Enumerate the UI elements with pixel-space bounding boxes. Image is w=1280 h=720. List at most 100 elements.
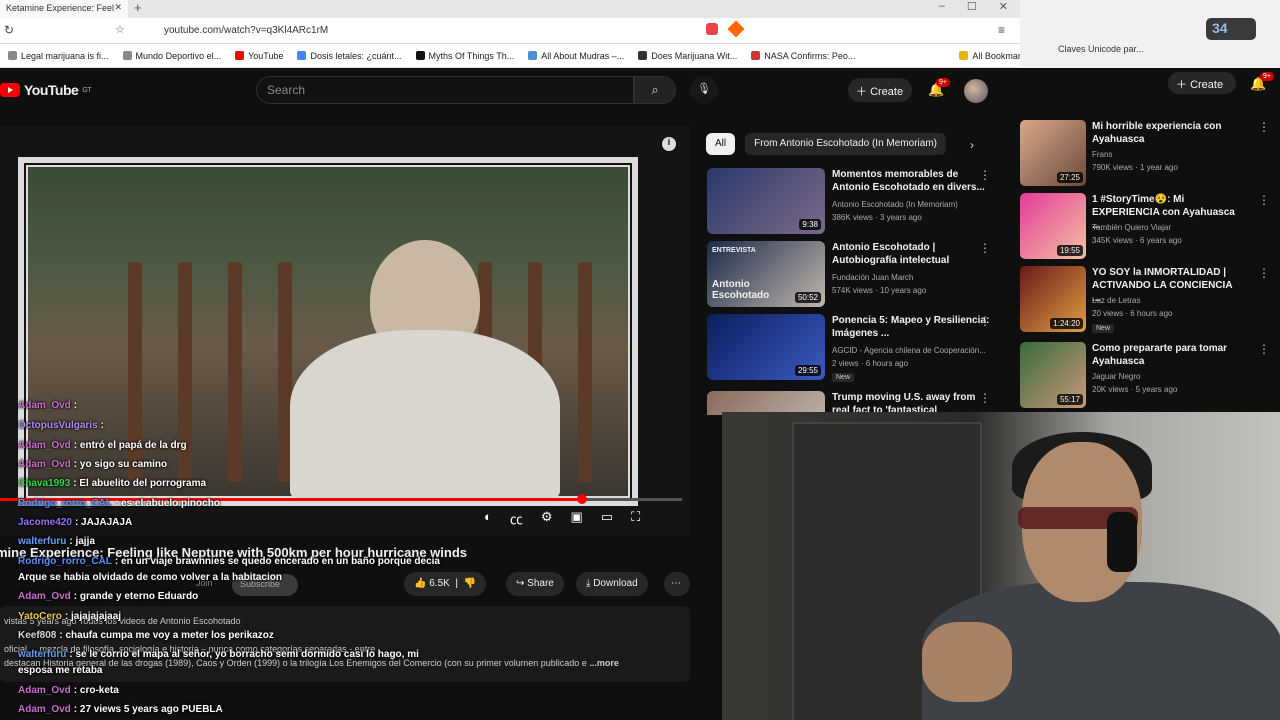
brave-shield-icon[interactable] — [706, 23, 718, 35]
more-options-icon[interactable]: ⋮ — [1258, 342, 1270, 356]
miniplayer-icon[interactable]: ▣ — [571, 509, 583, 528]
download-button[interactable]: ⤓ Download — [576, 572, 648, 596]
chat-username[interactable]: walterfuru — [18, 649, 66, 660]
recommendation-item[interactable]: 27:25 Mi horrible experiencia con Ayahua… — [1020, 120, 1270, 186]
chat-message: Rodrigo_rorro_CAL: es el abuelo pinocho — [18, 498, 220, 509]
bookmark-item[interactable]: Legal marijuana is fi... — [8, 51, 109, 61]
chip-channel[interactable]: From Antonio Escohotado (In Memoriam) — [745, 133, 946, 155]
chat-username[interactable]: Jacome420 — [18, 517, 72, 528]
bookmark-item[interactable]: NASA Confirms: Peo... — [751, 51, 855, 61]
chat-text: en un viaje brawnnies se quedo encerado … — [121, 556, 440, 567]
chip-all[interactable]: All — [706, 133, 736, 155]
address-bar[interactable]: youtube.com/watch?v=q3Kl4ARc1rM — [140, 22, 700, 40]
chat-text: jajja — [75, 536, 95, 547]
chat-username[interactable]: Rodrigo_rorro_CAL — [18, 556, 112, 567]
chat-username[interactable]: Keef808 — [18, 630, 56, 641]
chat-username[interactable]: OctopusVulgaris — [18, 420, 98, 431]
chat-username[interactable]: Adam_Ovd — [18, 685, 71, 696]
search-input[interactable]: Search — [256, 76, 634, 104]
download-icon: ⤓ — [586, 578, 591, 589]
chat-username[interactable]: Adam_Ovd — [18, 440, 71, 451]
new-badge: New — [1092, 324, 1115, 333]
chat-message: Keef808: chaufa cumpa me voy a meter los… — [18, 630, 274, 641]
bookmark-item[interactable]: Mundo Deportivo el... — [122, 51, 221, 61]
chat-message: Adam_Ovd: grande y eterno Eduardo — [18, 591, 199, 602]
create-button[interactable]: ＋ Create — [848, 78, 912, 102]
microphone-icon[interactable]: 🎙 — [690, 76, 718, 104]
chat-username[interactable]: Adam_Ovd — [18, 704, 71, 715]
chat-message: YatoCero: jajajajajaaj — [18, 611, 122, 622]
more-options-icon[interactable]: ⋮ — [979, 391, 991, 405]
bookmark-item[interactable]: Does Marijuana Wit... — [638, 51, 737, 61]
youtube-logo[interactable]: YouTube GT — [0, 82, 92, 98]
more-options-icon[interactable]: ⋮ — [979, 314, 991, 328]
recommendation-item[interactable]: 9:38 Momentos memorables de Antonio Esco… — [707, 168, 1007, 234]
share-button[interactable]: ↪ Share — [506, 572, 564, 596]
close-window-icon[interactable]: ✕ — [999, 0, 1008, 18]
theater-mode-icon[interactable]: ▭ — [601, 509, 613, 528]
bookmark-item[interactable]: YouTube — [235, 51, 283, 61]
maximize-icon[interactable]: ☐ — [967, 0, 977, 18]
bookmark-item[interactable]: Myths Of Things Th... — [415, 51, 514, 61]
close-tab-icon[interactable]: ✕ — [114, 2, 122, 13]
search-icon[interactable]: ⌕ — [634, 76, 676, 104]
more-options-icon[interactable]: ⋮ — [979, 241, 991, 255]
reload-icon[interactable]: ↻ — [4, 23, 14, 37]
chip-bar: All From Antonio Escohotado (In Memoriam… — [706, 133, 946, 155]
chat-username[interactable]: walterfuru — [18, 536, 66, 547]
chat-message: OctopusVulgaris: — [18, 420, 104, 431]
chat-message: Chava1993: El abuelito del porrograma — [18, 478, 207, 489]
recommendation-thumbnail: 55:17 — [1020, 342, 1086, 408]
recommendation-thumbnail: 29:55 — [707, 314, 825, 380]
bookmark-star-icon[interactable]: ☆ — [115, 23, 125, 36]
chat-username[interactable]: Adam_Ovd — [18, 591, 71, 602]
bookmark-item[interactable]: Claves Unicode par... — [1058, 44, 1144, 54]
minimize-icon[interactable]: – — [939, 0, 945, 18]
menu-icon[interactable]: ≡ — [998, 23, 1005, 37]
chat-message: walterfuru: se le corrio el mapa al seño… — [18, 649, 419, 660]
more-options-icon[interactable]: ⋮ — [1258, 120, 1270, 134]
recommendation-item[interactable]: 1:24:20 YO SOY la INMORTALIDAD | ACTIVAN… — [1020, 266, 1270, 333]
autoplay-toggle-icon[interactable]: ◐ — [484, 509, 492, 528]
bookmark-item[interactable]: All About Mudras –... — [528, 51, 624, 61]
more-options-icon[interactable]: ⋮ — [979, 168, 991, 182]
settings-gear-icon[interactable]: ⚙ — [541, 509, 553, 528]
more-options-icon[interactable]: ⋮ — [1258, 193, 1270, 207]
scrubber-handle[interactable] — [576, 494, 587, 504]
more-actions-icon[interactable]: ⋯ — [664, 572, 690, 596]
chat-username[interactable]: Adam_Ovd — [18, 400, 71, 411]
recommendation-thumbnail: 27:25 — [1020, 120, 1086, 186]
chat-username[interactable]: YatoCero — [18, 611, 62, 622]
chevron-right-icon[interactable]: › — [970, 138, 974, 152]
chat-text: yo sigo su camino — [79, 459, 168, 470]
chat-username[interactable]: Adam_Ovd — [18, 459, 71, 470]
recommendation-item[interactable]: 29:55 Ponencia 5: Mapeo y Resiliencia: I… — [707, 314, 1007, 382]
chat-message: walterfuru: jajja — [18, 536, 95, 547]
recommendation-item[interactable]: 19:55 1 #StoryTime😵: Mi EXPERIENCIA con … — [1020, 193, 1270, 259]
chat-username[interactable]: Rodrigo_rorro_CAL — [18, 498, 112, 509]
new-tab-icon[interactable]: + — [134, 0, 142, 15]
youtube-play-icon — [0, 83, 20, 97]
create-button[interactable]: ＋ Create — [1168, 72, 1236, 94]
more-options-icon[interactable]: ⋮ — [1258, 266, 1270, 280]
extension-badge[interactable]: 34 — [1206, 18, 1256, 40]
show-more-link[interactable]: ...more — [589, 658, 619, 668]
recommendation-item[interactable]: 55:17 Como prepararte para tomar Ayahuas… — [1020, 342, 1270, 408]
info-icon[interactable]: i — [662, 137, 676, 151]
bookmark-item[interactable]: Dosis letales: ¿cuánt... — [297, 51, 402, 61]
recommendation-item[interactable]: ENTREVISTA Antonio Escohotado 50:52 Anto… — [707, 241, 1007, 307]
captions-icon[interactable]: ㏄ — [510, 509, 523, 528]
recommendation-thumbnail: 1:24:20 — [1020, 266, 1086, 332]
second-window-chrome: Claves Unicode par... 34 — [1020, 0, 1280, 68]
fullscreen-icon[interactable]: ⛶ — [631, 509, 640, 528]
chat-message: Arque se habia olvidado de como volver a… — [18, 572, 282, 583]
avatar[interactable] — [964, 79, 988, 103]
notifications-bell-icon[interactable]: 🔔 9+ — [1250, 72, 1274, 92]
notifications-bell-icon[interactable]: 🔔 9+ — [928, 78, 950, 98]
chat-text: esposa me retaba — [18, 665, 103, 676]
chat-message: Adam_Ovd: 27 views 5 years ago PUEBLA — [18, 704, 223, 715]
chat-username[interactable]: Chava1993 — [18, 478, 70, 489]
chat-message: Adam_Ovd: cro-keta — [18, 685, 119, 696]
chat-message: esposa me retaba — [18, 665, 103, 676]
browser-tab[interactable]: Ketamine Experience: Feel ✕ — [0, 0, 128, 18]
